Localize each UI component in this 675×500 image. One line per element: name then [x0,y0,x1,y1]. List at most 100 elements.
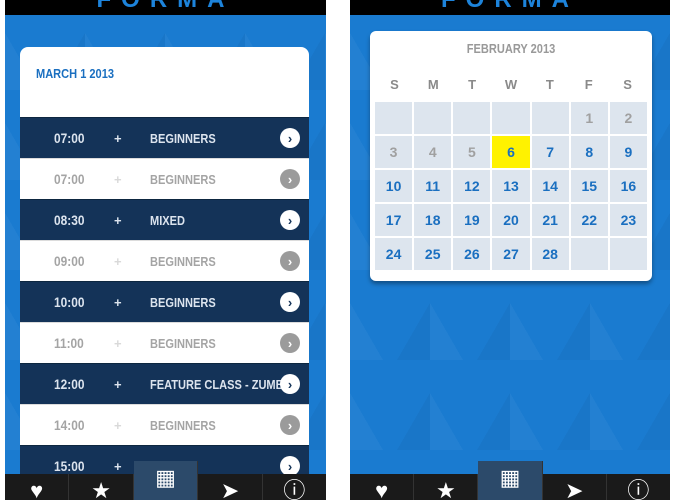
calendar-day[interactable]: 24 [375,238,413,270]
add-class-button[interactable]: + [114,295,122,310]
chevron-right-icon[interactable]: › [280,251,300,271]
schedule-row[interactable]: 10:00 + BEGINNERS › [20,281,309,322]
info-icon: ⓘ [283,478,306,500]
calendar-day[interactable]: 5 [453,136,491,168]
calendar-day[interactable]: 1 [570,102,608,134]
date-header-card: MARCH 1 2013 [20,47,309,117]
class-name: BEGINNERS [150,130,216,146]
schedule-row[interactable]: 09:00 + BEGINNERS › [20,240,309,281]
add-class-button[interactable]: + [114,459,122,474]
tab-heart[interactable]: ♥ [350,474,415,500]
chevron-right-icon[interactable]: › [280,292,300,312]
calendar-day[interactable]: 16 [609,170,647,202]
tab-info[interactable]: ⓘ [263,474,326,500]
tab-send[interactable]: ➤ [543,474,607,500]
heart-icon: ♥ [375,478,389,500]
schedule-row[interactable]: 12:00 + FEATURE CLASS - ZUMBA › [20,363,309,404]
calendar-day[interactable]: 13 [492,170,530,202]
schedule-row[interactable]: 07:00 + BEGINNERS › [20,117,309,158]
tab-heart[interactable]: ♥ [5,474,70,500]
schedule-row[interactable]: 11:00 + BEGINNERS › [20,322,309,363]
calendar-day[interactable]: 22 [570,204,608,236]
add-class-button[interactable]: + [114,131,122,146]
schedule-row[interactable]: 07:00 + BEGINNERS › [20,158,309,199]
calendar-day[interactable]: 17 [375,204,413,236]
calendar-day-empty [492,102,530,134]
chevron-right-icon[interactable]: › [280,456,300,476]
calendar-day[interactable]: 2 [609,102,647,134]
chevron-right-icon[interactable]: › [280,169,300,189]
calendar-day-selected[interactable]: 6 [492,136,530,168]
calendar-day[interactable]: 9 [609,136,647,168]
class-time: 07:00 [54,171,85,187]
class-time: 07:00 [54,130,85,146]
calendar-day[interactable]: 20 [492,204,530,236]
tab-star[interactable]: ★ [414,474,479,500]
status-bar: FORMA [350,0,670,15]
class-time: 11:00 [54,335,84,351]
calendar-icon: ▦ [499,465,521,490]
calendar-day[interactable]: 18 [414,204,452,236]
schedule-row[interactable]: 14:00 + BEGINNERS › [20,404,309,445]
chevron-right-icon[interactable]: › [280,415,300,435]
brand-logo: FORMA [5,0,326,14]
calendar-day[interactable]: 25 [414,238,452,270]
heart-icon: ♥ [30,478,44,500]
class-name: MIXED [150,212,185,228]
calendar-day[interactable]: 19 [453,204,491,236]
class-time: 15:00 [54,458,85,474]
month-label: FEBRUARY 2013 [466,41,556,56]
tab-calendar[interactable]: ▦ [133,461,199,500]
calendar-day[interactable]: 8 [570,136,608,168]
class-name: BEGINNERS [150,253,216,269]
calendar-day[interactable]: 27 [492,238,530,270]
calendar-icon: ▦ [155,465,176,490]
class-name: BEGINNERS [150,294,216,310]
class-name: BEGINNERS [150,417,216,433]
calendar-day[interactable]: 15 [570,170,608,202]
star-icon: ★ [435,478,456,500]
calendar-day-empty [414,102,452,134]
add-class-button[interactable]: + [114,254,122,269]
add-class-button[interactable]: + [114,377,122,392]
chevron-right-icon[interactable]: › [280,374,300,394]
chevron-right-icon[interactable]: › [280,333,300,353]
calendar-day[interactable]: 10 [375,170,413,202]
calendar-screen: FORMA FEBRUARY 2013 SMTWTFS 123456789101… [350,0,670,500]
class-time: 09:00 [54,253,85,269]
calendar-day[interactable]: 28 [531,238,569,270]
send-icon: ➤ [220,478,240,500]
add-class-button[interactable]: + [114,172,122,187]
calendar-day[interactable]: 4 [414,136,452,168]
calendar-day[interactable]: 11 [414,170,452,202]
schedule-list: 07:00 + BEGINNERS › 07:00 + BEGINNERS › 08:30 + MI… [20,117,309,486]
class-name: BEGINNERS [150,171,216,187]
add-class-button[interactable]: + [114,213,122,228]
calendar-day[interactable]: 21 [531,204,569,236]
class-time: 08:30 [54,212,85,228]
calendar-day[interactable]: 7 [531,136,569,168]
info-icon: ⓘ [627,478,650,500]
class-name: BEGINNERS [150,335,216,351]
weekday-label: T [468,77,477,92]
tab-bar: ♥ ★ ▦ ➤ ⓘ [350,461,670,500]
class-time: 10:00 [54,294,85,310]
tab-calendar[interactable]: ▦ [478,461,543,500]
tab-info[interactable]: ⓘ [607,474,670,500]
calendar-day[interactable]: 12 [453,170,491,202]
calendar-day[interactable]: 23 [609,204,647,236]
schedule-row[interactable]: 08:30 + MIXED › [20,199,309,240]
calendar-day[interactable]: 14 [531,170,569,202]
add-class-button[interactable]: + [114,418,122,433]
class-time: 14:00 [54,417,85,433]
calendar-day-empty [453,102,491,134]
chevron-right-icon[interactable]: › [280,128,300,148]
add-class-button[interactable]: + [114,336,122,351]
brand-logo: FORMA [350,0,670,14]
calendar-day[interactable]: 26 [453,238,491,270]
chevron-right-icon[interactable]: › [280,210,300,230]
calendar-day[interactable]: 3 [375,136,413,168]
tab-star[interactable]: ★ [69,474,134,500]
calendar-day-empty [375,102,413,134]
tab-send[interactable]: ➤ [198,474,263,500]
